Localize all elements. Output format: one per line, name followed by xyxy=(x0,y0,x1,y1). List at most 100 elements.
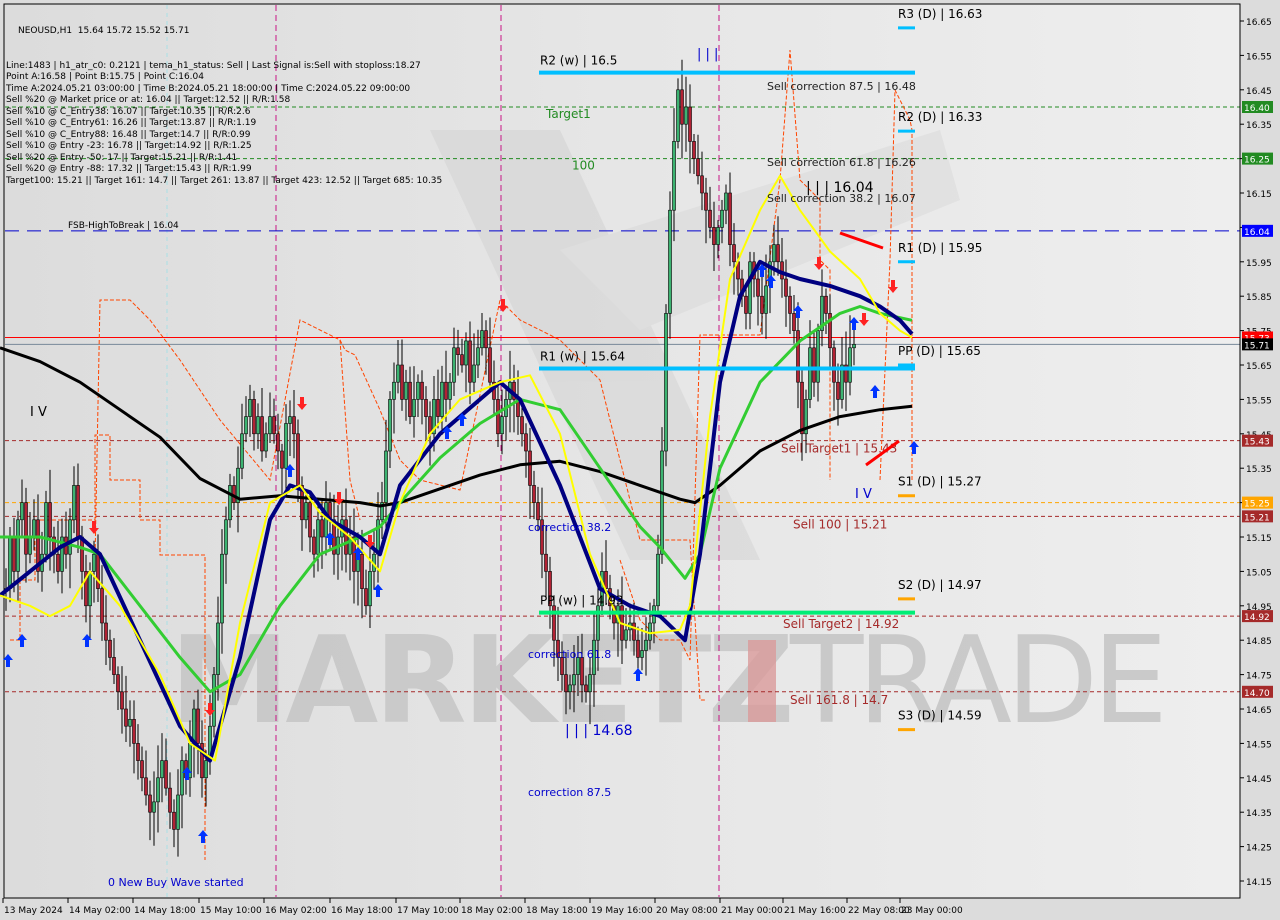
candle-bull xyxy=(772,244,776,263)
candle-bull xyxy=(676,89,680,142)
candle-bear xyxy=(800,381,804,435)
price-tick-label: 15.35 xyxy=(1246,465,1272,475)
price-tick-label: 14.55 xyxy=(1246,740,1272,750)
candle-bear xyxy=(824,295,828,314)
candle-bull xyxy=(664,313,668,452)
candle-bull xyxy=(644,639,648,651)
candle-bull xyxy=(180,760,184,796)
candle-bear xyxy=(680,89,684,125)
info-panel: NEOUSD,H1 15.64 15.72 15.52 15.71 Line:1… xyxy=(6,3,442,199)
candle-bear xyxy=(308,502,312,538)
price-tag-label: 16.40 xyxy=(1244,104,1270,114)
price-tag-label: 15.71 xyxy=(1244,341,1270,351)
candle-bear xyxy=(784,278,788,297)
candle-bull xyxy=(92,553,96,572)
candle-bear xyxy=(252,399,256,435)
chart-annotation: correction 38.2 xyxy=(528,521,611,534)
level-label: FSB-HighToBreak | 16.04 xyxy=(68,221,179,231)
candle-bear xyxy=(364,588,368,607)
daily-pivot-label: S3 (D) | 14.59 xyxy=(898,709,982,723)
candle-bull xyxy=(668,209,672,314)
candle-bull xyxy=(748,261,752,314)
chart-annotation: correction 87.5 xyxy=(528,786,611,799)
chart-annotation: I V xyxy=(30,405,47,420)
candle-bull xyxy=(724,192,728,211)
info-line: Sell %10 @ C_Entry88: 16.48 || Target:14… xyxy=(6,129,251,140)
candle-bear xyxy=(56,553,60,572)
price-tag-label: 16.04 xyxy=(1244,228,1270,238)
chart-annotation: | | | 14.68 xyxy=(565,723,633,739)
candle-bull xyxy=(808,347,812,400)
time-tick-label: 19 May 16:00 xyxy=(591,906,653,916)
price-tick-label: 15.05 xyxy=(1246,568,1272,578)
candle-bear xyxy=(692,141,696,159)
candle-bear xyxy=(132,719,136,744)
candle-bull xyxy=(264,433,268,452)
time-tick-label: 18 May 02:00 xyxy=(461,906,523,916)
candle-bear xyxy=(528,450,532,486)
price-tag-label: 15.43 xyxy=(1244,438,1270,448)
candle-bull xyxy=(268,416,272,435)
daily-pivot-label: R3 (D) | 16.63 xyxy=(898,7,982,21)
chart-annotation: 0 New Buy Wave started xyxy=(108,876,244,889)
candle-bull xyxy=(660,450,664,555)
price-tick-label: 16.35 xyxy=(1246,121,1272,131)
candle-bear xyxy=(484,330,488,349)
candle-bull xyxy=(8,536,12,589)
candle-bull xyxy=(28,536,32,555)
info-line: Line:1483 | h1_atr_c0: 0.2121 | tema_h1_… xyxy=(6,60,421,71)
watermark: MARKETZ TRADE xyxy=(170,612,1168,751)
candle-bear xyxy=(712,227,716,245)
candle-bear xyxy=(732,244,736,263)
candle-bear xyxy=(524,433,528,452)
candle-bear xyxy=(112,657,116,675)
candle-bull xyxy=(128,719,132,727)
candle-bull xyxy=(440,381,444,417)
candle-bear xyxy=(124,708,128,727)
candle-bear xyxy=(444,381,448,400)
weekly-pivot-label: R2 (w) | 16.5 xyxy=(540,54,617,68)
candle-bear xyxy=(536,502,540,521)
candle-bull xyxy=(316,519,320,555)
candle-bear xyxy=(468,340,472,383)
time-tick-label: 20 May 08:00 xyxy=(656,906,718,916)
candle-bull xyxy=(44,502,48,555)
candle-bull xyxy=(176,794,180,830)
time-tick-label: 14 May 18:00 xyxy=(134,906,196,916)
candle-bear xyxy=(532,485,536,503)
candle-bull xyxy=(404,381,408,400)
price-tick-label: 15.55 xyxy=(1246,396,1272,406)
price-tick-label: 16.15 xyxy=(1246,190,1272,200)
candle-bull xyxy=(656,553,660,607)
price-tick-label: 15.85 xyxy=(1246,293,1272,303)
time-axis[interactable]: 13 May 2024 14 May 02:00 14 May 18:00 15 Ma… xyxy=(2,897,1240,916)
candle-bear xyxy=(756,278,760,297)
info-line: Sell %10 @ C_Entry61: 16.26 || Target:13… xyxy=(6,118,257,128)
time-tick-label: 21 May 16:00 xyxy=(784,906,846,916)
price-tick-label: 14.85 xyxy=(1246,637,1272,647)
weekly-pivot-label: PP (w) | 14.93 xyxy=(540,594,624,608)
candle-bear xyxy=(296,433,300,486)
info-lines: Line:1483 | h1_atr_c0: 0.2121 | tema_h1_… xyxy=(6,61,442,188)
candle-bear xyxy=(744,295,748,314)
candle-bull xyxy=(720,209,724,228)
symbol-ohlc-line: NEOUSD,H1 15.64 15.72 15.52 15.71 xyxy=(18,26,190,36)
price-tick-label: 14.45 xyxy=(1246,775,1272,785)
daily-pivot-label: PP (D) | 15.65 xyxy=(898,344,981,358)
candle-bear xyxy=(636,639,640,658)
candle-bull xyxy=(388,399,392,452)
candle-bear xyxy=(812,347,816,383)
price-axis[interactable]: 16.6516.5516.4516.3516.2516.1516.0515.95… xyxy=(1239,4,1272,898)
candle-bear xyxy=(344,519,348,555)
candle-bear xyxy=(544,553,548,572)
candle-bear xyxy=(116,674,120,693)
price-tick-label: 15.95 xyxy=(1246,259,1272,269)
info-line: Sell %10 @ C_Entry38: 16.07 || Target:10… xyxy=(6,106,251,117)
candle-bear xyxy=(632,622,636,641)
candle-bull xyxy=(448,381,452,400)
candle-bull xyxy=(764,285,768,314)
candle-bear xyxy=(796,330,800,383)
candle-bull xyxy=(392,381,396,400)
chart-annotation: Sell correction 61.8 | 16.26 xyxy=(767,156,916,169)
candle-bear xyxy=(520,416,524,435)
